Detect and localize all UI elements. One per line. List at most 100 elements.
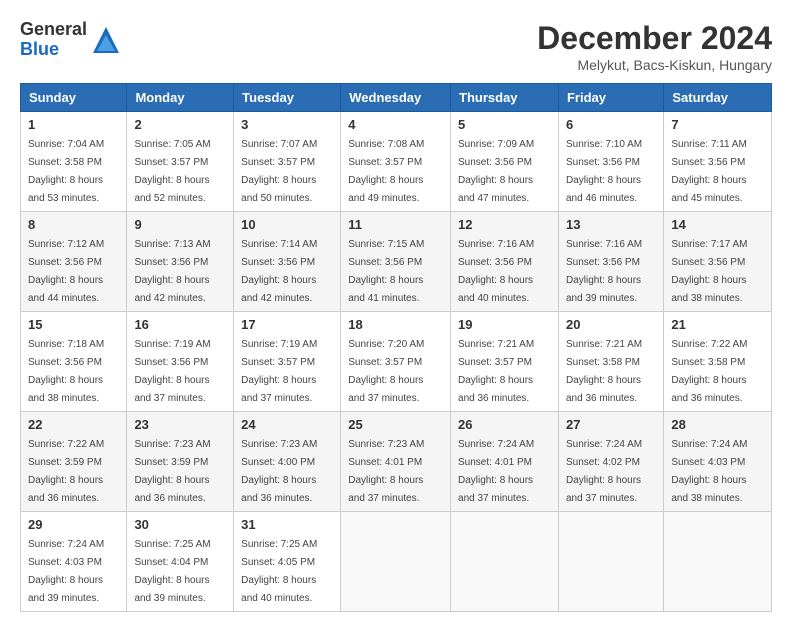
- calendar-cell: 5 Sunrise: 7:09 AMSunset: 3:56 PMDayligh…: [451, 112, 559, 212]
- day-number: 27: [566, 417, 656, 432]
- day-number: 9: [134, 217, 226, 232]
- calendar-cell: 23 Sunrise: 7:23 AMSunset: 3:59 PMDaylig…: [127, 412, 234, 512]
- day-info: Sunrise: 7:10 AMSunset: 3:56 PMDaylight:…: [566, 139, 642, 204]
- day-number: 24: [241, 417, 333, 432]
- calendar-cell: 8 Sunrise: 7:12 AMSunset: 3:56 PMDayligh…: [21, 212, 127, 312]
- calendar-week-2: 8 Sunrise: 7:12 AMSunset: 3:56 PMDayligh…: [21, 212, 772, 312]
- day-number: 16: [134, 317, 226, 332]
- day-info: Sunrise: 7:20 AMSunset: 3:57 PMDaylight:…: [348, 339, 424, 404]
- day-info: Sunrise: 7:05 AMSunset: 3:57 PMDaylight:…: [134, 139, 210, 204]
- logo-icon: [91, 25, 121, 55]
- calendar-cell: [451, 512, 559, 612]
- day-number: 18: [348, 317, 443, 332]
- day-number: 6: [566, 117, 656, 132]
- day-number: 28: [671, 417, 764, 432]
- day-info: Sunrise: 7:24 AMSunset: 4:01 PMDaylight:…: [458, 439, 534, 504]
- day-info: Sunrise: 7:25 AMSunset: 4:04 PMDaylight:…: [134, 539, 210, 604]
- calendar-header-tuesday: Tuesday: [234, 84, 341, 112]
- calendar-header-saturday: Saturday: [664, 84, 772, 112]
- day-number: 22: [28, 417, 119, 432]
- day-info: Sunrise: 7:07 AMSunset: 3:57 PMDaylight:…: [241, 139, 317, 204]
- calendar-cell: 26 Sunrise: 7:24 AMSunset: 4:01 PMDaylig…: [451, 412, 559, 512]
- month-title: December 2024: [537, 20, 772, 57]
- day-info: Sunrise: 7:25 AMSunset: 4:05 PMDaylight:…: [241, 539, 317, 604]
- calendar-cell: 25 Sunrise: 7:23 AMSunset: 4:01 PMDaylig…: [341, 412, 451, 512]
- day-number: 11: [348, 217, 443, 232]
- calendar-header-monday: Monday: [127, 84, 234, 112]
- day-info: Sunrise: 7:09 AMSunset: 3:56 PMDaylight:…: [458, 139, 534, 204]
- calendar-cell: [664, 512, 772, 612]
- day-number: 7: [671, 117, 764, 132]
- day-number: 25: [348, 417, 443, 432]
- calendar-cell: 28 Sunrise: 7:24 AMSunset: 4:03 PMDaylig…: [664, 412, 772, 512]
- logo-general: General: [20, 20, 87, 40]
- day-info: Sunrise: 7:24 AMSunset: 4:02 PMDaylight:…: [566, 439, 642, 504]
- day-number: 3: [241, 117, 333, 132]
- day-number: 26: [458, 417, 551, 432]
- calendar-header-thursday: Thursday: [451, 84, 559, 112]
- day-number: 5: [458, 117, 551, 132]
- day-info: Sunrise: 7:15 AMSunset: 3:56 PMDaylight:…: [348, 239, 424, 304]
- day-info: Sunrise: 7:18 AMSunset: 3:56 PMDaylight:…: [28, 339, 104, 404]
- calendar-cell: 20 Sunrise: 7:21 AMSunset: 3:58 PMDaylig…: [558, 312, 663, 412]
- calendar-header-friday: Friday: [558, 84, 663, 112]
- day-info: Sunrise: 7:14 AMSunset: 3:56 PMDaylight:…: [241, 239, 317, 304]
- calendar-cell: [558, 512, 663, 612]
- day-info: Sunrise: 7:11 AMSunset: 3:56 PMDaylight:…: [671, 139, 746, 204]
- calendar-cell: 2 Sunrise: 7:05 AMSunset: 3:57 PMDayligh…: [127, 112, 234, 212]
- calendar-cell: 27 Sunrise: 7:24 AMSunset: 4:02 PMDaylig…: [558, 412, 663, 512]
- day-info: Sunrise: 7:17 AMSunset: 3:56 PMDaylight:…: [671, 239, 747, 304]
- calendar-table: SundayMondayTuesdayWednesdayThursdayFrid…: [20, 83, 772, 612]
- day-info: Sunrise: 7:23 AMSunset: 3:59 PMDaylight:…: [134, 439, 210, 504]
- calendar-cell: 15 Sunrise: 7:18 AMSunset: 3:56 PMDaylig…: [21, 312, 127, 412]
- day-number: 15: [28, 317, 119, 332]
- calendar-week-1: 1 Sunrise: 7:04 AMSunset: 3:58 PMDayligh…: [21, 112, 772, 212]
- day-info: Sunrise: 7:12 AMSunset: 3:56 PMDaylight:…: [28, 239, 104, 304]
- day-number: 19: [458, 317, 551, 332]
- day-info: Sunrise: 7:22 AMSunset: 3:59 PMDaylight:…: [28, 439, 104, 504]
- day-number: 2: [134, 117, 226, 132]
- day-info: Sunrise: 7:21 AMSunset: 3:57 PMDaylight:…: [458, 339, 534, 404]
- day-number: 20: [566, 317, 656, 332]
- day-info: Sunrise: 7:21 AMSunset: 3:58 PMDaylight:…: [566, 339, 642, 404]
- day-number: 10: [241, 217, 333, 232]
- day-info: Sunrise: 7:16 AMSunset: 3:56 PMDaylight:…: [458, 239, 534, 304]
- day-info: Sunrise: 7:19 AMSunset: 3:57 PMDaylight:…: [241, 339, 317, 404]
- logo-blue: Blue: [20, 40, 87, 60]
- calendar-cell: 16 Sunrise: 7:19 AMSunset: 3:56 PMDaylig…: [127, 312, 234, 412]
- day-number: 23: [134, 417, 226, 432]
- day-info: Sunrise: 7:24 AMSunset: 4:03 PMDaylight:…: [671, 439, 747, 504]
- calendar-cell: 22 Sunrise: 7:22 AMSunset: 3:59 PMDaylig…: [21, 412, 127, 512]
- logo: General Blue: [20, 20, 121, 60]
- calendar-cell: 21 Sunrise: 7:22 AMSunset: 3:58 PMDaylig…: [664, 312, 772, 412]
- day-number: 12: [458, 217, 551, 232]
- calendar-cell: 31 Sunrise: 7:25 AMSunset: 4:05 PMDaylig…: [234, 512, 341, 612]
- calendar-cell: 9 Sunrise: 7:13 AMSunset: 3:56 PMDayligh…: [127, 212, 234, 312]
- calendar-cell: 18 Sunrise: 7:20 AMSunset: 3:57 PMDaylig…: [341, 312, 451, 412]
- day-info: Sunrise: 7:04 AMSunset: 3:58 PMDaylight:…: [28, 139, 104, 204]
- day-info: Sunrise: 7:13 AMSunset: 3:56 PMDaylight:…: [134, 239, 210, 304]
- calendar-cell: 13 Sunrise: 7:16 AMSunset: 3:56 PMDaylig…: [558, 212, 663, 312]
- calendar-cell: 29 Sunrise: 7:24 AMSunset: 4:03 PMDaylig…: [21, 512, 127, 612]
- calendar-cell: 24 Sunrise: 7:23 AMSunset: 4:00 PMDaylig…: [234, 412, 341, 512]
- calendar-cell: 4 Sunrise: 7:08 AMSunset: 3:57 PMDayligh…: [341, 112, 451, 212]
- calendar-header-wednesday: Wednesday: [341, 84, 451, 112]
- day-number: 8: [28, 217, 119, 232]
- day-number: 13: [566, 217, 656, 232]
- day-info: Sunrise: 7:23 AMSunset: 4:01 PMDaylight:…: [348, 439, 424, 504]
- day-info: Sunrise: 7:08 AMSunset: 3:57 PMDaylight:…: [348, 139, 424, 204]
- calendar-cell: 3 Sunrise: 7:07 AMSunset: 3:57 PMDayligh…: [234, 112, 341, 212]
- day-number: 31: [241, 517, 333, 532]
- day-info: Sunrise: 7:16 AMSunset: 3:56 PMDaylight:…: [566, 239, 642, 304]
- location: Melykut, Bacs-Kiskun, Hungary: [537, 57, 772, 73]
- calendar-header-sunday: Sunday: [21, 84, 127, 112]
- calendar-cell: 1 Sunrise: 7:04 AMSunset: 3:58 PMDayligh…: [21, 112, 127, 212]
- day-number: 17: [241, 317, 333, 332]
- calendar-cell: 19 Sunrise: 7:21 AMSunset: 3:57 PMDaylig…: [451, 312, 559, 412]
- calendar-cell: 10 Sunrise: 7:14 AMSunset: 3:56 PMDaylig…: [234, 212, 341, 312]
- calendar-cell: 6 Sunrise: 7:10 AMSunset: 3:56 PMDayligh…: [558, 112, 663, 212]
- day-number: 30: [134, 517, 226, 532]
- page-header: General Blue December 2024 Melykut, Bacs…: [20, 20, 772, 73]
- day-info: Sunrise: 7:19 AMSunset: 3:56 PMDaylight:…: [134, 339, 210, 404]
- day-number: 29: [28, 517, 119, 532]
